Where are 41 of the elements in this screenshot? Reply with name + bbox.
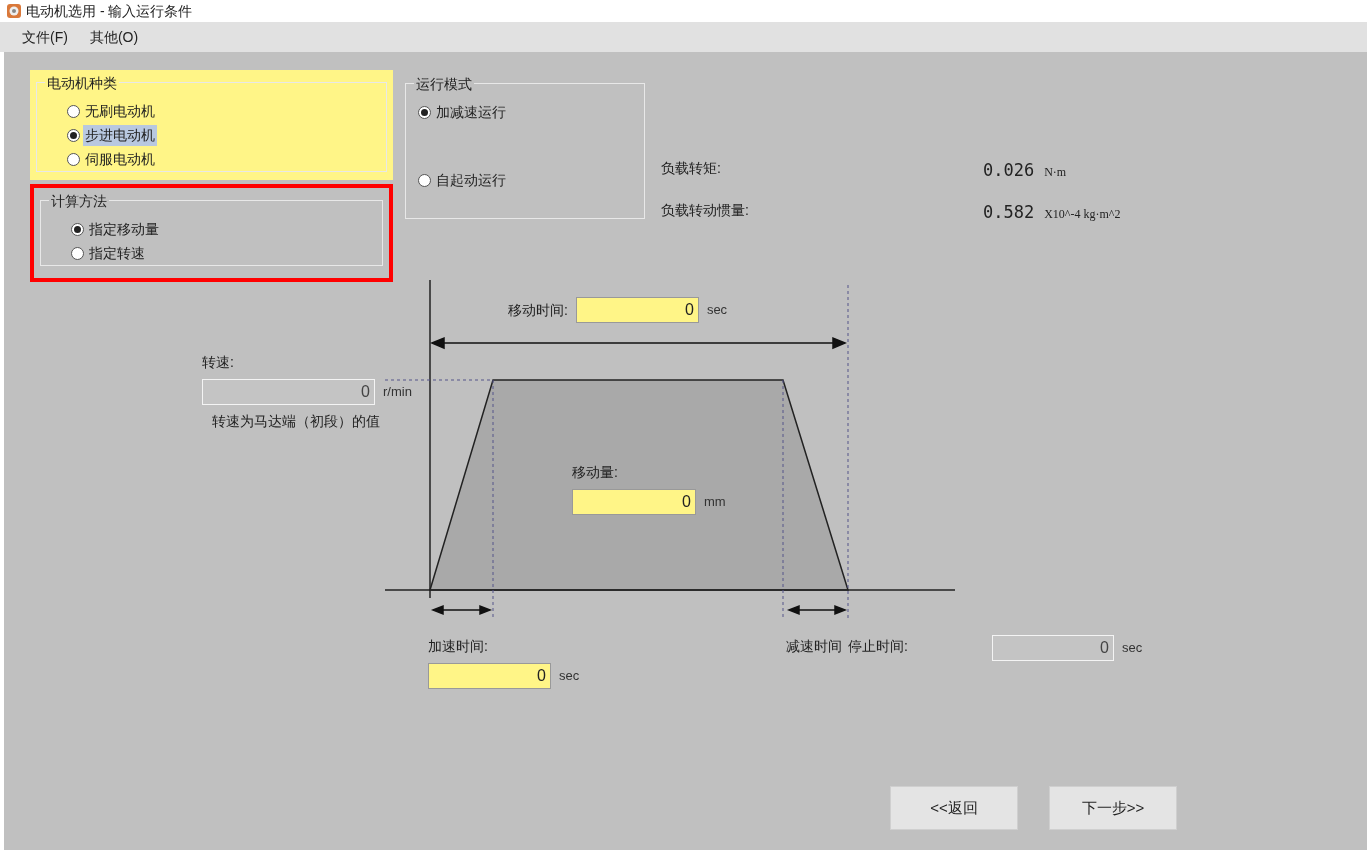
app-icon: [6, 3, 22, 19]
radio-label[interactable]: 指定移动量: [87, 218, 161, 240]
field-label: 转速:: [202, 353, 235, 372]
unit-label: X10^-4 kg·m^2: [1044, 205, 1121, 223]
unit-label: r/min: [383, 383, 412, 402]
load-label: 负载转动惯量:: [661, 200, 750, 220]
load-value: 0.582: [983, 200, 1035, 224]
field-label: 减速时间: [786, 637, 842, 656]
load-value: 0.026: [983, 159, 1035, 182]
field-label: 加速时间:: [428, 637, 489, 656]
menu-item[interactable]: 其他(O): [89, 26, 139, 48]
field-label: 停止时间:: [848, 637, 908, 656]
unit-label: mm: [704, 493, 726, 512]
unit-label: sec: [706, 301, 728, 320]
radio-button[interactable]: [418, 173, 431, 187]
radio-button[interactable]: [67, 104, 80, 118]
unit-label: N·m: [1044, 164, 1067, 181]
radio-label[interactable]: 伺服电动机: [83, 148, 157, 170]
number-field[interactable]: 0: [428, 663, 551, 689]
radio-button[interactable]: [71, 222, 84, 236]
radio-label[interactable]: 加减速运行: [434, 101, 508, 123]
radio-button[interactable]: [67, 152, 80, 166]
nav-button[interactable]: 下一步>>: [1049, 786, 1177, 830]
radio-button[interactable]: [71, 246, 84, 260]
nav-button[interactable]: <<返回: [890, 786, 1018, 830]
radio-label[interactable]: 指定转速: [87, 242, 147, 264]
window-title: 电动机选用 - 输入运行条件: [26, 1, 193, 21]
radio-label[interactable]: 自起动运行: [434, 169, 508, 191]
menu-item[interactable]: 文件(F): [22, 26, 68, 48]
note-text: 转速为马达端（初段）的值: [211, 412, 381, 431]
field-label: 移动量:: [572, 463, 619, 482]
radio-label[interactable]: 无刷电动机: [83, 100, 157, 122]
number-field[interactable]: 0: [575, 297, 699, 323]
radio-button[interactable]: [67, 128, 80, 142]
unit-label: sec: [1122, 639, 1143, 658]
load-label: 负载转矩:: [661, 159, 722, 178]
field-label: 移动时间:: [508, 300, 568, 320]
radio-button[interactable]: [418, 105, 431, 119]
number-field[interactable]: 0: [572, 489, 696, 515]
unit-label: sec: [559, 667, 580, 686]
radio-label[interactable]: 步进电动机: [83, 124, 157, 146]
